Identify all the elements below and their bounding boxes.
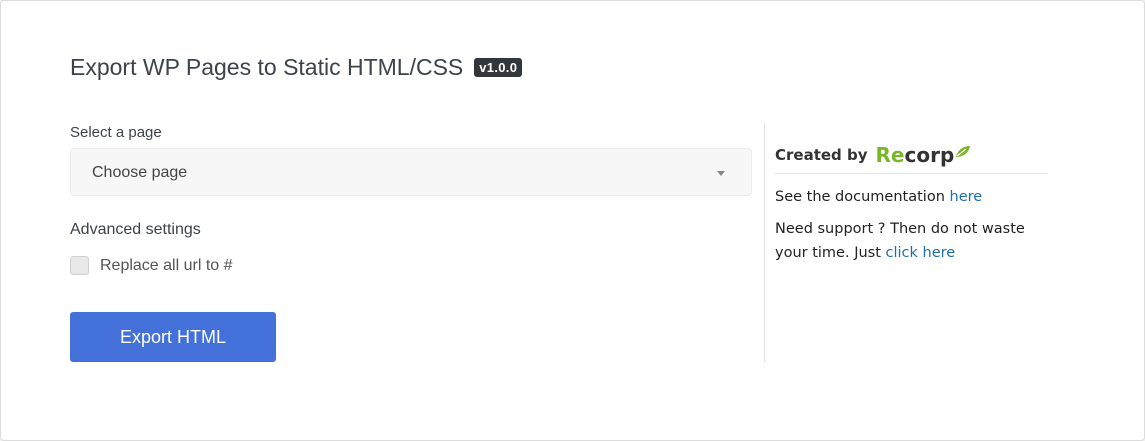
logo-prefix: Re xyxy=(875,143,905,167)
recorp-logo[interactable]: Re corp xyxy=(876,143,972,167)
page-select-value: Choose page xyxy=(92,164,188,181)
replace-url-option[interactable]: Replace all url to # xyxy=(70,256,233,275)
replace-url-label[interactable]: Replace all url to # xyxy=(100,257,233,275)
version-badge: v1.0.0 xyxy=(474,58,523,77)
page-select[interactable]: Choose page xyxy=(70,148,752,196)
created-by-label: Created by xyxy=(775,146,868,164)
advanced-settings-label: Advanced settings xyxy=(70,221,201,238)
export-html-button[interactable]: Export HTML xyxy=(70,312,276,362)
vertical-divider xyxy=(764,123,765,362)
page-title: Export WP Pages to Static HTML/CSS xyxy=(70,54,464,80)
chevron-down-icon xyxy=(717,171,725,176)
select-page-label: Select a page xyxy=(70,124,162,141)
documentation-line: See the documentation here xyxy=(775,185,1048,209)
documentation-text: See the documentation xyxy=(775,189,950,205)
logo-suffix: corp xyxy=(904,143,955,167)
sidebar: Created by Re corp See the documentation … xyxy=(775,143,1048,265)
header: Export WP Pages to Static HTML/CSS v1.0.… xyxy=(70,54,523,81)
replace-url-checkbox[interactable] xyxy=(70,256,89,275)
leaf-icon xyxy=(956,146,971,157)
export-panel: Export WP Pages to Static HTML/CSS v1.0.… xyxy=(0,0,1145,441)
created-by-row: Created by Re corp xyxy=(775,143,1048,174)
support-link[interactable]: click here xyxy=(886,245,956,261)
documentation-link[interactable]: here xyxy=(950,189,983,205)
support-line: Need support ? Then do not waste your ti… xyxy=(775,217,1048,265)
